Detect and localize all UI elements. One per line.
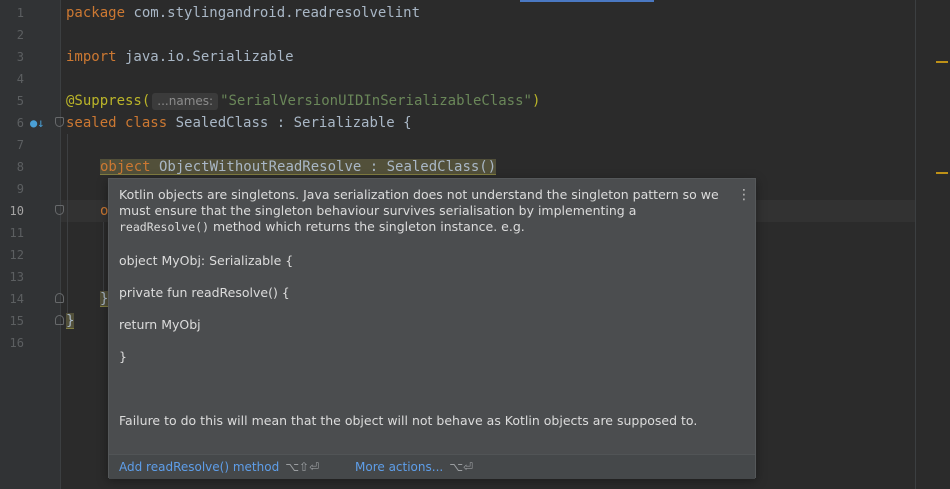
line-number: 2 (16, 28, 24, 42)
annotation: @Suppress( (66, 93, 151, 109)
keyword: import (66, 49, 117, 65)
indent-guide (103, 222, 104, 292)
indent-guide (67, 134, 68, 314)
popup-actions-bar: Add readResolve() method ⌥⇧⏎ More actions… (109, 454, 755, 479)
class-declaration: SealedClass : Serializable { (167, 115, 412, 131)
fold-toggle-icon[interactable] (55, 293, 64, 303)
line-number: 16 (9, 336, 24, 350)
line-number: 1 (16, 6, 24, 20)
string-literal: "SerialVersionUIDInSerializableClass" (220, 93, 532, 109)
code-editor[interactable]: 1 2 3 4 5 6 7 8 9 10 11 12 13 14 15 16 ●↓ package com.s… (0, 0, 950, 489)
keyword: package (66, 5, 126, 21)
keyword: sealed class (66, 115, 168, 131)
add-readresolve-button[interactable]: Add readResolve() method ⌥⇧⏎ (119, 455, 319, 479)
line-number: 3 (16, 50, 24, 64)
fold-toggle-icon[interactable] (55, 205, 64, 215)
example-code-line: } (119, 349, 127, 364)
line-number: 11 (9, 226, 24, 240)
code-line-8[interactable]: object ObjectWithoutReadResolve : Sealed… (100, 156, 497, 178)
scrollbar-warning-mark[interactable] (936, 61, 948, 63)
inspection-doc-popup[interactable]: ⋮ Kotlin objects are singletons. Java se… (108, 178, 756, 479)
code-line-6[interactable]: sealed class SealedClass : Serializable … (66, 112, 412, 134)
action-label: Add readResolve() method (119, 460, 280, 474)
object-declaration: ObjectWithoutReadResolve : SealedClass() (150, 159, 497, 175)
lint-warning-highlight[interactable]: object ObjectWithoutReadResolve : Sealed… (100, 159, 497, 175)
example-code-line: private fun readResolve() { (119, 285, 290, 300)
line-number: 5 (16, 94, 24, 108)
line-number: 14 (9, 292, 24, 306)
more-options-icon[interactable]: ⋮ (737, 187, 751, 203)
import-path: java.io.Serializable (116, 49, 294, 65)
line-number: 12 (9, 248, 24, 262)
example-code-line: object MyObj: Serializable { (119, 253, 294, 268)
line-number: 10 (9, 204, 24, 218)
line-number: 9 (16, 182, 24, 196)
override-marker-icon[interactable]: ●↓ (30, 116, 46, 130)
scrollbar-warning-mark[interactable] (936, 172, 948, 174)
active-tab-indicator (520, 0, 654, 2)
package-name: com.stylingandroid.readresolvelint (125, 5, 421, 21)
keyword: object (100, 159, 151, 175)
more-actions-button[interactable]: More actions... ⌥⏎ (355, 455, 473, 479)
line-number: 7 (16, 138, 24, 152)
right-margin-guide (915, 0, 916, 489)
shortcut-hint: ⌥⇧⏎ (285, 460, 320, 474)
line-number: 15 (9, 314, 24, 328)
line-number: 6 (16, 116, 24, 130)
line-number: 4 (16, 72, 24, 86)
code-line-15[interactable]: } (66, 310, 75, 332)
fold-toggle-icon[interactable] (55, 315, 64, 325)
line-number: 8 (16, 160, 24, 174)
inline-code: readResolve() (119, 220, 210, 234)
action-label: More actions... (355, 460, 444, 474)
line-number: 13 (9, 270, 24, 284)
code-line-3[interactable]: import java.io.Serializable (66, 46, 294, 68)
code-line-1[interactable]: package com.stylingandroid.readresolveli… (66, 2, 420, 24)
description-text: Kotlin objects are singletons. Java seri… (119, 187, 719, 218)
fold-toggle-icon[interactable] (55, 117, 64, 127)
shortcut-hint: ⌥⏎ (449, 460, 474, 474)
example-code-line: return MyObj (119, 317, 201, 332)
brace-match-highlight: } (66, 313, 75, 329)
code-line-5[interactable]: @Suppress(...names: "SerialVersionUIDInSe… (66, 90, 540, 112)
parameter-hint: ...names: (152, 93, 219, 110)
inspection-description: Kotlin objects are singletons. Java seri… (119, 187, 729, 235)
description-text: method which returns the singleton insta… (209, 219, 525, 234)
failure-note: Failure to do this will mean that the ob… (119, 413, 698, 428)
annotation-close: ) (531, 93, 541, 109)
